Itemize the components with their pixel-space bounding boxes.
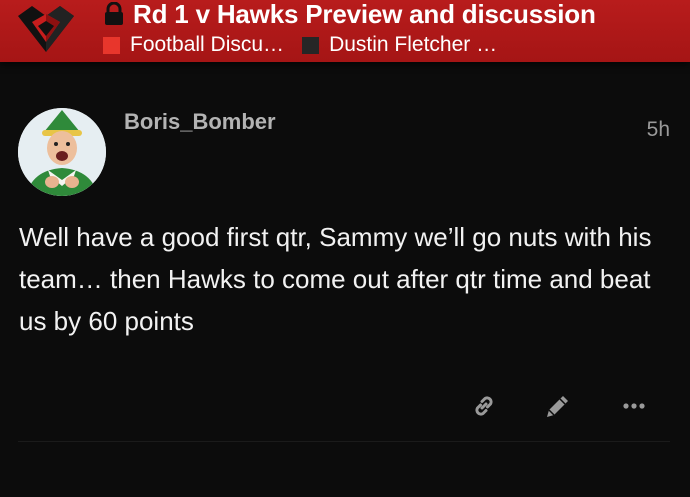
avatar[interactable] — [18, 108, 106, 196]
post-username[interactable]: Boris_Bomber — [124, 109, 276, 135]
breadcrumb: Football Discu… Dustin Fletcher … — [103, 31, 515, 59]
category-color-swatch — [103, 36, 120, 54]
topic-title[interactable]: Rd 1 v Hawks Preview and discussion — [133, 0, 596, 30]
category-label: Football Discu… — [130, 33, 285, 56]
topic-header: Rd 1 v Hawks Preview and discussion Foot… — [0, 0, 690, 62]
category-crumb-subcategory[interactable]: Dustin Fletcher … — [302, 33, 497, 57]
topic-title-row[interactable]: Rd 1 v Hawks Preview and discussion — [103, 0, 596, 30]
category-label: Dustin Fletcher … — [329, 33, 498, 56]
post-actions — [0, 391, 690, 421]
link-icon[interactable] — [469, 391, 499, 421]
more-options-icon[interactable] — [619, 391, 649, 421]
category-color-swatch — [302, 36, 320, 54]
post-body-text: Well have a good first qtr, Sammy we’ll … — [19, 222, 652, 336]
edit-pencil-icon[interactable] — [543, 391, 573, 421]
post-divider — [18, 441, 670, 442]
site-logo-icon[interactable] — [18, 4, 74, 54]
category-crumb-football[interactable]: Football Discu… — [103, 33, 284, 57]
lock-icon — [103, 1, 125, 26]
post-timestamp[interactable]: 5h — [647, 118, 670, 142]
